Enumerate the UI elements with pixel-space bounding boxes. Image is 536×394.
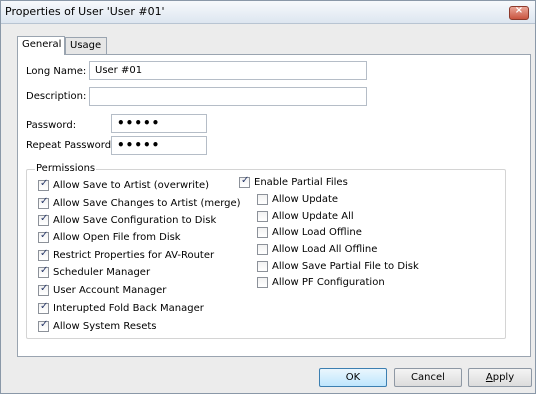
- checkbox-box[interactable]: [38, 319, 49, 332]
- checkbox-box[interactable]: [38, 265, 49, 278]
- repeat-password-field[interactable]: •••••: [111, 136, 207, 155]
- permissions-label: Permissions: [35, 163, 97, 174]
- checkbox-label: Allow Save Partial File to Disk: [272, 261, 419, 272]
- apply-label-rest: pply: [492, 372, 515, 383]
- apply-mnemonic: A: [485, 372, 493, 383]
- checkbox-box[interactable]: [38, 213, 49, 226]
- checkbox-label: Allow PF Configuration: [272, 277, 385, 288]
- checkbox-box[interactable]: [257, 194, 268, 205]
- checkbox-label: Allow Open File from Disk: [53, 232, 181, 243]
- checkbox-label: Enable Partial Files: [254, 177, 348, 188]
- close-button[interactable]: ×: [509, 5, 529, 20]
- properties-dialog: Properties of User 'User #01' × General …: [0, 0, 536, 394]
- checkbox-box[interactable]: [38, 196, 49, 209]
- apply-button[interactable]: Apply: [468, 368, 532, 387]
- window-title: Properties of User 'User #01': [5, 5, 165, 18]
- checkbox-box[interactable]: [38, 178, 49, 191]
- checkbox-box[interactable]: [257, 261, 268, 272]
- repeat-password-label: Repeat Password:: [26, 140, 115, 151]
- checkbox-box[interactable]: [257, 277, 268, 288]
- checkbox-label: Scheduler Manager: [53, 267, 151, 278]
- description-label: Description:: [26, 91, 87, 102]
- checkbox-box[interactable]: [38, 248, 49, 261]
- checkbox-label: User Account Manager: [53, 285, 167, 296]
- password-field[interactable]: •••••: [111, 114, 207, 133]
- password-label: Password:: [26, 120, 77, 131]
- description-field[interactable]: [89, 87, 367, 106]
- checkbox-label: Allow Update: [272, 194, 339, 205]
- checkbox-box[interactable]: [257, 244, 268, 255]
- checkbox-box[interactable]: [257, 227, 268, 238]
- checkbox-label: Allow Save to Artist (overwrite): [53, 180, 210, 191]
- checkbox-box[interactable]: [239, 175, 250, 188]
- checkbox-label: Allow Load Offline: [272, 227, 362, 238]
- long-name-field[interactable]: User #01: [89, 61, 367, 80]
- long-name-label: Long Name:: [26, 66, 87, 77]
- tab-usage[interactable]: Usage: [65, 37, 107, 54]
- close-icon: ×: [514, 5, 524, 16]
- button-bar: OK Cancel Apply: [1, 357, 535, 393]
- title-bar[interactable]: Properties of User 'User #01' ×: [1, 1, 535, 24]
- cancel-button[interactable]: Cancel: [394, 368, 462, 387]
- checkbox-label: Allow Update All: [272, 211, 354, 222]
- checkbox-label: Interupted Fold Back Manager: [53, 303, 204, 314]
- checkbox-box[interactable]: [38, 283, 49, 296]
- checkbox-box[interactable]: [38, 230, 49, 243]
- checkbox-label: Restrict Properties for AV-Router: [53, 250, 215, 261]
- checkbox-box[interactable]: [38, 301, 49, 314]
- checkbox-box[interactable]: [257, 211, 268, 222]
- checkbox-label: Allow Save Changes to Artist (merge): [53, 198, 241, 209]
- tab-general[interactable]: General: [17, 36, 65, 55]
- ok-button[interactable]: OK: [319, 368, 387, 387]
- checkbox-label: Allow Save Configuration to Disk: [53, 215, 217, 226]
- checkbox-label: Allow System Resets: [53, 321, 157, 332]
- checkbox-label: Allow Load All Offline: [272, 244, 378, 255]
